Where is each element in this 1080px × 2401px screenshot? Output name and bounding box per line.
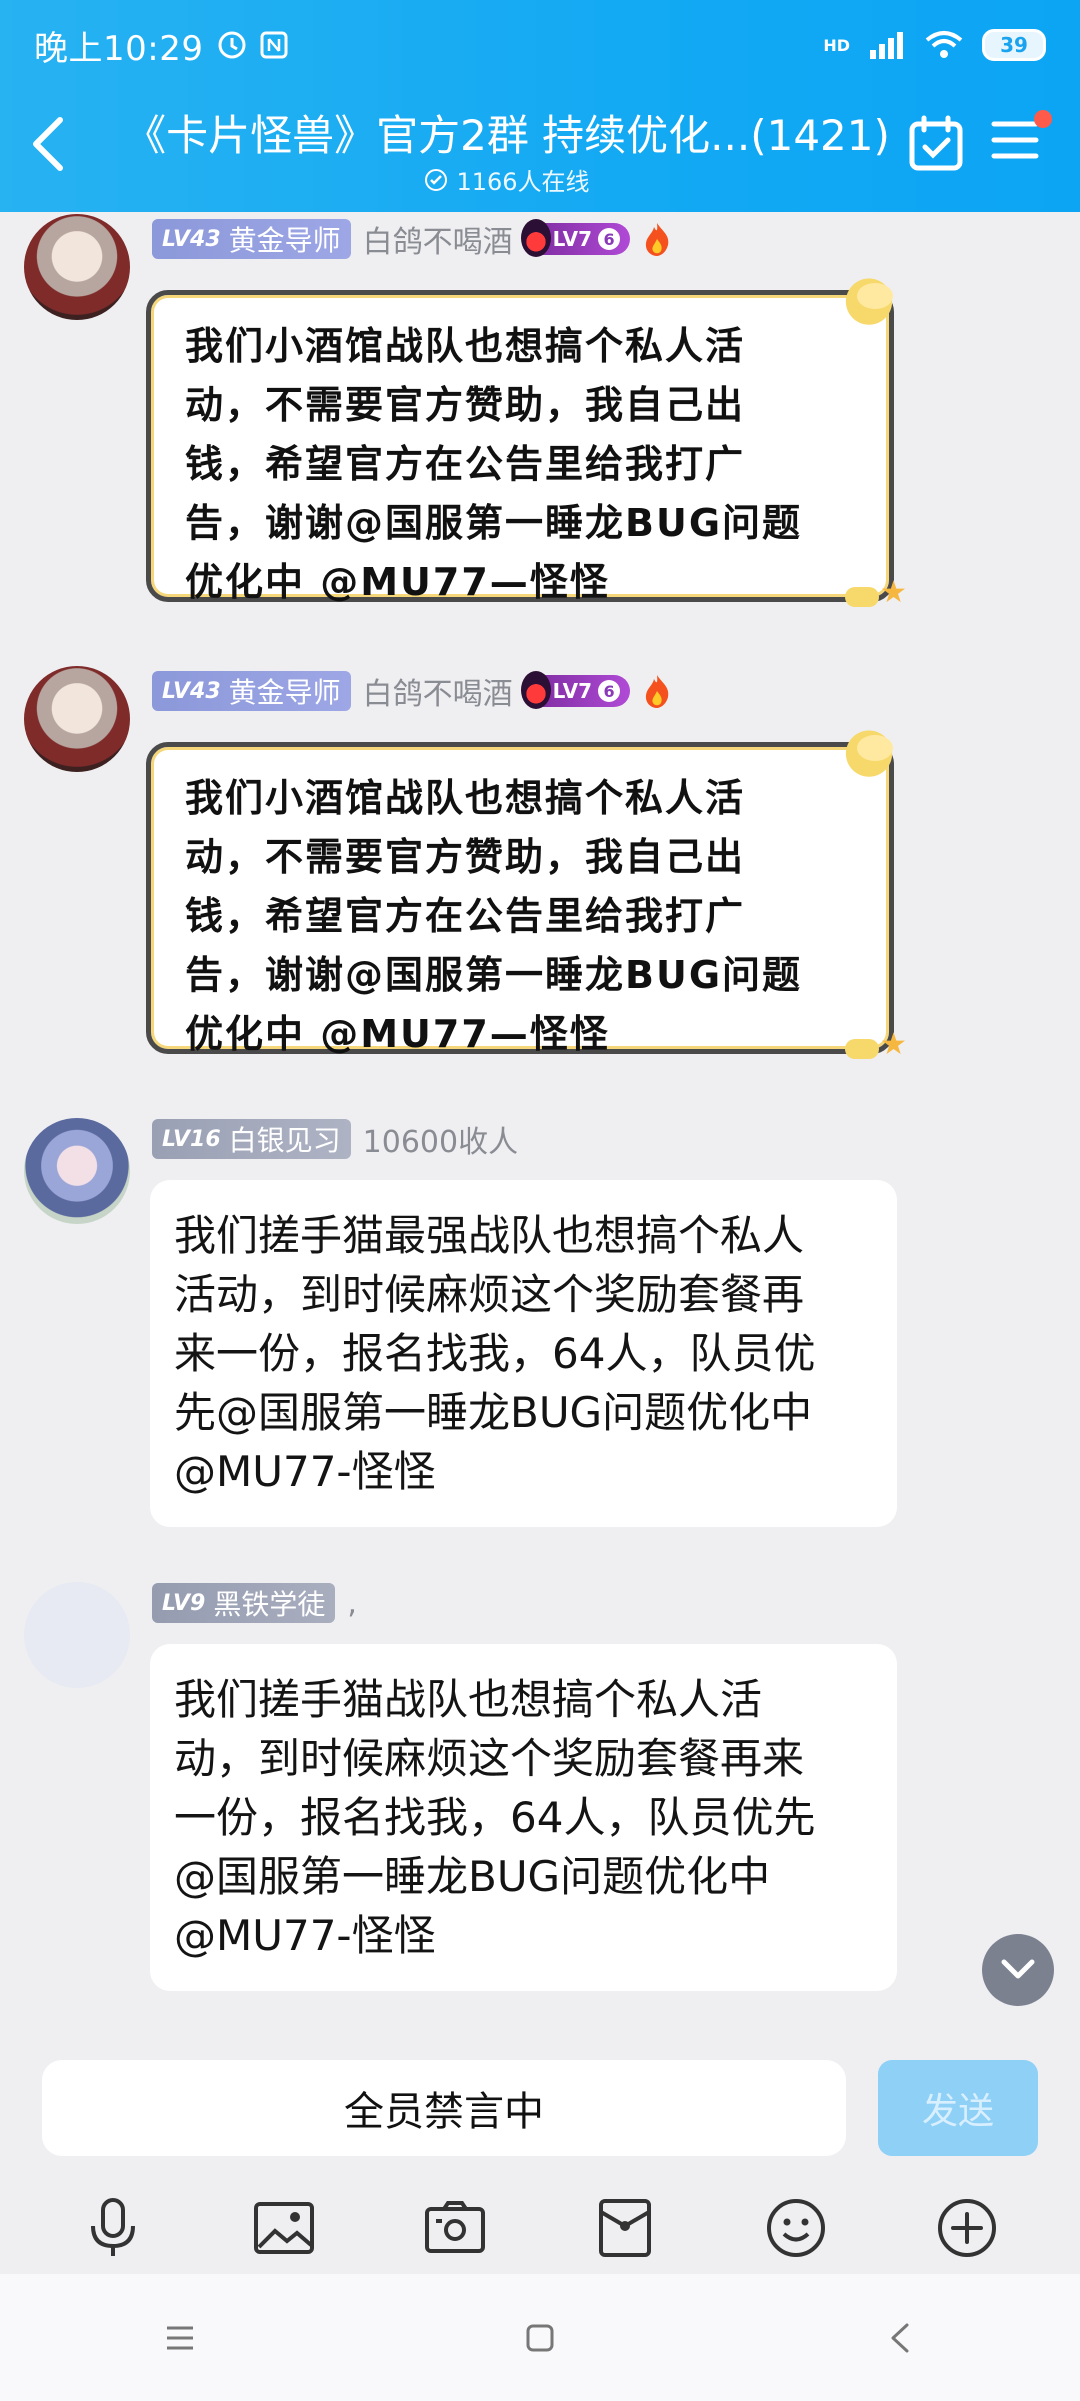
muted-notice-field: 全员禁言中 bbox=[42, 2060, 846, 2156]
more-button[interactable] bbox=[931, 2192, 1003, 2264]
bubble-decoration bbox=[841, 725, 911, 777]
system-back-button[interactable] bbox=[870, 2308, 930, 2368]
online-count: 1166人在线 bbox=[112, 162, 902, 197]
emoji-button[interactable] bbox=[760, 2192, 832, 2264]
message-list[interactable]: LV43 黄金导师 白鸽不喝酒 LV7 6 我们小酒馆战队也想搞个私人活 动，不… bbox=[0, 212, 1080, 2042]
avatar[interactable] bbox=[24, 666, 130, 772]
status-time: 晚上10:29 bbox=[34, 28, 204, 69]
chat-title[interactable]: 《卡片怪兽》官方2群 持续优化...(1421) bbox=[112, 102, 902, 163]
image-button[interactable] bbox=[248, 2192, 320, 2264]
rank-badge: LV9 黑铁学徒 bbox=[152, 1583, 336, 1623]
message-bubble[interactable]: 我们小酒馆战队也想搞个私人活 动，不需要官方赞助，我自己出 钱，希望官方在公告里… bbox=[146, 725, 911, 1062]
rank-badge: LV43 黄金导师 bbox=[152, 671, 351, 711]
crown-icon bbox=[520, 671, 551, 709]
avatar[interactable] bbox=[24, 214, 130, 320]
battery-indicator: 39 bbox=[982, 29, 1046, 61]
status-bar: 晚上10:29 HD 39 bbox=[0, 0, 1080, 90]
microphone-icon bbox=[91, 2198, 136, 2256]
message-bubble[interactable]: 我们搓手猫战队也想搞个私人活 动，到时候麻烦这个奖励套餐再来 一份，报名找我，6… bbox=[150, 1644, 897, 1991]
nfc-icon bbox=[260, 31, 288, 59]
input-toolbar bbox=[0, 2182, 1080, 2274]
bubble-decoration bbox=[841, 575, 907, 615]
chat-menu-button[interactable] bbox=[990, 110, 1052, 172]
crown-icon bbox=[520, 219, 551, 257]
level-badge: LV7 6 bbox=[520, 219, 631, 257]
flame-icon bbox=[645, 223, 669, 256]
alarm-icon bbox=[218, 31, 246, 59]
square-icon bbox=[526, 2324, 554, 2351]
sender-name[interactable]: , bbox=[347, 1586, 357, 1621]
back-button[interactable] bbox=[30, 114, 80, 174]
recent-apps-button[interactable] bbox=[150, 2308, 210, 2368]
triangle-back-icon bbox=[891, 2323, 909, 2352]
chat-header: 晚上10:29 HD 39 《卡片怪兽》官方2群 持续优化...(1421) 1… bbox=[0, 0, 1080, 212]
chevron-down-icon bbox=[1001, 1959, 1035, 1979]
network-type: HD bbox=[823, 35, 850, 55]
bubble-decoration bbox=[841, 273, 911, 325]
message-bubble[interactable]: 我们小酒馆战队也想搞个私人活 动，不需要官方赞助，我自己出 钱，希望官方在公告里… bbox=[146, 273, 911, 610]
rank-badge: LV43 黄金导师 bbox=[152, 219, 351, 259]
check-circle-icon bbox=[425, 168, 448, 191]
level-badge: LV7 6 bbox=[520, 671, 631, 709]
system-navigation-bar bbox=[0, 2274, 1080, 2401]
notification-dot bbox=[1034, 110, 1052, 128]
image-icon bbox=[253, 2202, 314, 2254]
chevron-left-icon bbox=[33, 117, 63, 171]
home-button[interactable] bbox=[510, 2308, 570, 2368]
red-packet-button[interactable] bbox=[589, 2192, 661, 2264]
calendar-check-icon bbox=[909, 115, 963, 171]
sender-name[interactable]: 白鸽不喝酒 bbox=[363, 217, 513, 261]
smiley-icon bbox=[766, 2199, 825, 2257]
input-area: 全员禁言中 发送 bbox=[0, 2042, 1080, 2274]
hamburger-menu-icon bbox=[991, 121, 1039, 159]
wifi-icon bbox=[925, 31, 963, 58]
plus-circle-icon bbox=[937, 2199, 996, 2257]
online-count-text: 1166人在线 bbox=[456, 168, 590, 196]
avatar[interactable] bbox=[24, 1118, 130, 1224]
avatar[interactable] bbox=[24, 1582, 130, 1688]
rank-badge: LV16 白银见习 bbox=[152, 1119, 351, 1159]
signal-icon bbox=[870, 32, 903, 59]
menu-lines-icon bbox=[167, 2326, 193, 2349]
sender-name[interactable]: 白鸽不喝酒 bbox=[363, 669, 513, 713]
camera-button[interactable] bbox=[419, 2192, 491, 2264]
message-bubble[interactable]: 我们搓手猫最强战队也想搞个私人 活动，到时候麻烦这个奖励套餐再 来一份，报名找我… bbox=[150, 1180, 897, 1527]
scroll-to-bottom-button[interactable] bbox=[982, 1934, 1054, 2006]
bubble-decoration bbox=[841, 1027, 907, 1067]
sender-name[interactable]: 10600收人 bbox=[363, 1117, 518, 1161]
group-checkin-button[interactable] bbox=[906, 114, 966, 174]
camera-icon bbox=[424, 2201, 485, 2253]
red-envelope-icon bbox=[599, 2199, 652, 2257]
voice-button[interactable] bbox=[77, 2192, 149, 2264]
flame-icon bbox=[645, 675, 669, 708]
send-button[interactable]: 发送 bbox=[878, 2060, 1038, 2156]
